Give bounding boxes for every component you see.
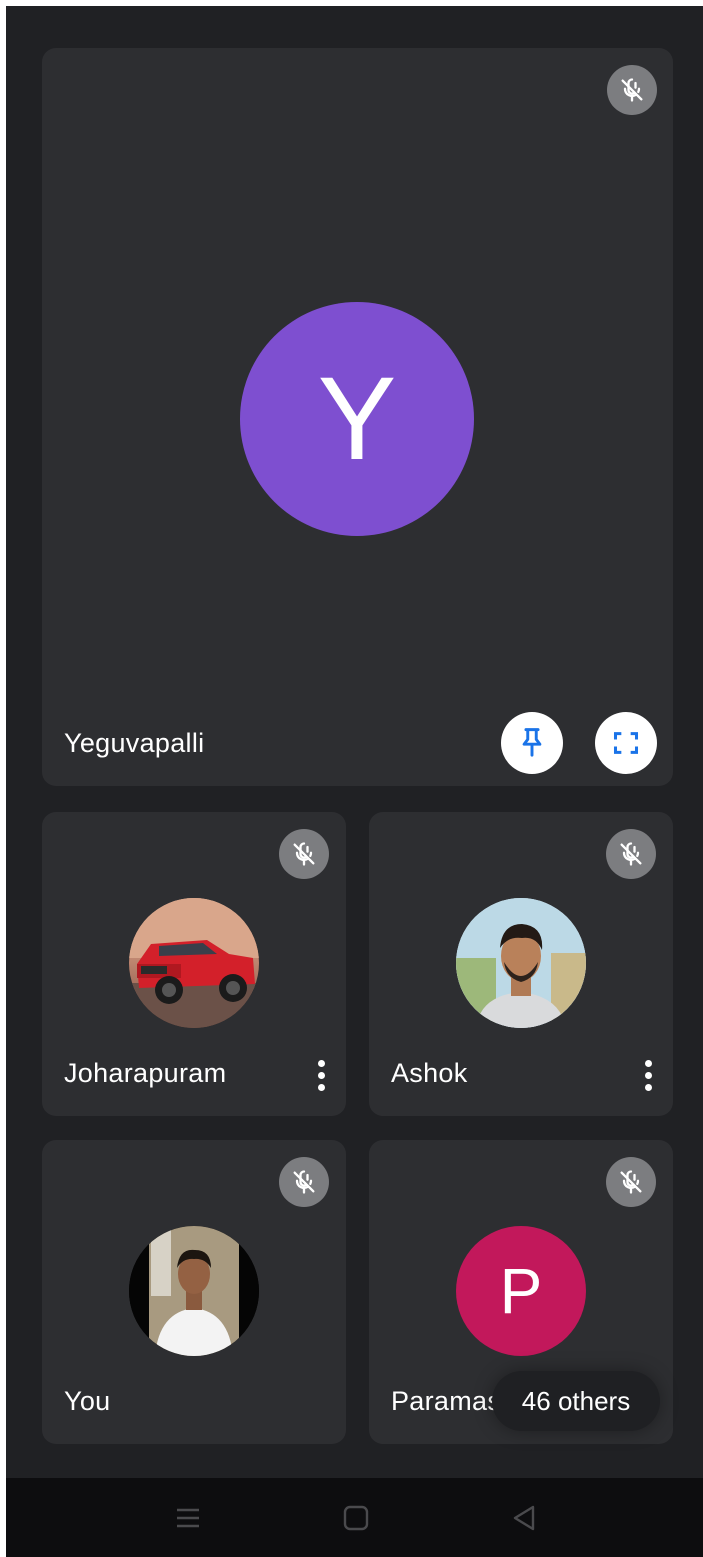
- others-chip[interactable]: 46 others: [492, 1371, 660, 1431]
- participant-tile[interactable]: Joharapuram: [42, 812, 346, 1116]
- mic-off-icon: [606, 829, 656, 879]
- home-square-icon[interactable]: [334, 1496, 378, 1540]
- man-white-shirt-photo: [129, 1226, 259, 1356]
- participant-name: Joharapuram: [64, 1058, 227, 1088]
- others-chip-label: 46 others: [521, 1385, 631, 1416]
- participant-name: Paramasi: [391, 1386, 508, 1416]
- back-triangle-icon[interactable]: [502, 1496, 546, 1540]
- mic-off-icon: [279, 1157, 329, 1207]
- mic-off-icon: [607, 65, 657, 115]
- fullscreen-icon: [613, 732, 639, 754]
- pin-button[interactable]: [501, 712, 563, 774]
- pin-icon: [522, 728, 542, 757]
- main-participant-tile[interactable]: Y Yeguvapalli: [42, 48, 673, 786]
- mic-off-icon: [279, 829, 329, 879]
- participant-name: You: [64, 1386, 111, 1416]
- participant-name: Yeguvapalli: [64, 728, 205, 758]
- red-truck-photo: [129, 898, 259, 1028]
- mic-off-icon: [606, 1157, 656, 1207]
- more-options-button[interactable]: [633, 1052, 663, 1098]
- avatar: P: [456, 1226, 586, 1356]
- fullscreen-button[interactable]: [595, 712, 657, 774]
- avatar: Y: [240, 302, 474, 536]
- avatar-letter: P: [499, 1255, 543, 1327]
- more-options-button[interactable]: [306, 1052, 336, 1098]
- system-nav-bar: [6, 1478, 703, 1557]
- participant-name: Ashok: [391, 1058, 468, 1088]
- meeting-screen: Y Yeguvapalli Joharapuram Ashok You P Pa…: [6, 6, 703, 1557]
- participant-tile-self[interactable]: You: [42, 1140, 346, 1444]
- man-portrait-photo: [456, 898, 586, 1028]
- participant-tile[interactable]: Ashok: [369, 812, 673, 1116]
- avatar-letter: Y: [317, 353, 397, 485]
- menu-icon[interactable]: [166, 1496, 210, 1540]
